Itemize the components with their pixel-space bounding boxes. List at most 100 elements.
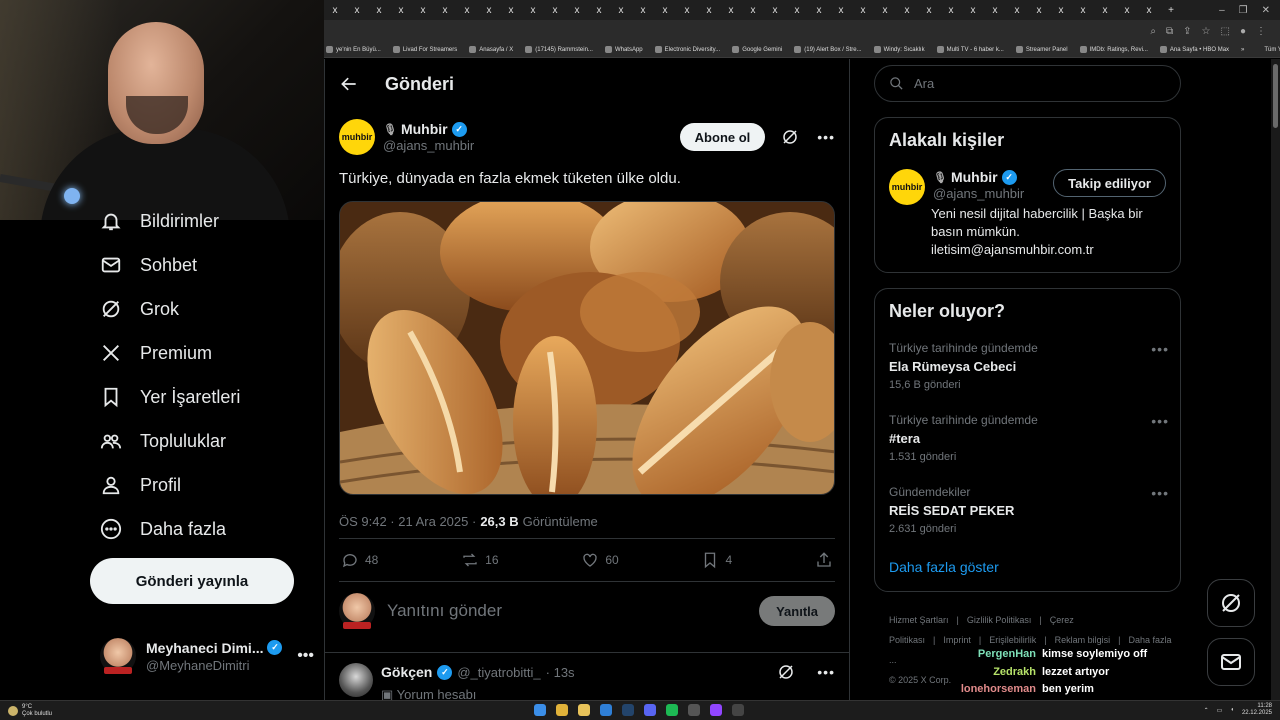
search-input[interactable]: Ara: [874, 65, 1181, 102]
tab-close-icon[interactable]: x: [1059, 5, 1064, 16]
bookmark-button[interactable]: 4: [701, 551, 732, 569]
browser-tab[interactable]: x: [1050, 0, 1072, 20]
new-tab-button[interactable]: +: [1160, 0, 1182, 20]
tab-close-icon[interactable]: x: [663, 5, 668, 16]
browser-tab[interactable]: x: [390, 0, 412, 20]
sidebar-item-chat[interactable]: Sohbet: [100, 250, 197, 280]
browser-tab[interactable]: x: [588, 0, 610, 20]
bookmark-item[interactable]: Livad For Streamers: [392, 46, 457, 53]
browser-menu-icon[interactable]: ⋮: [1256, 26, 1266, 37]
back-arrow-icon[interactable]: [339, 74, 359, 94]
footer-link[interactable]: Erişilebilirlik: [989, 635, 1036, 645]
star-icon[interactable]: ☆: [1202, 26, 1211, 37]
tab-close-icon[interactable]: x: [553, 5, 558, 16]
browser-tab[interactable]: x: [478, 0, 500, 20]
avatar[interactable]: [339, 663, 373, 697]
sidebar-item-notifications[interactable]: Bildirimler: [100, 206, 219, 236]
tab-close-icon[interactable]: x: [729, 5, 734, 16]
browser-tab[interactable]: x: [346, 0, 368, 20]
browser-tab[interactable]: x: [522, 0, 544, 20]
browser-tab[interactable]: x: [368, 0, 390, 20]
bookmark-item[interactable]: (17145) Rammstein...: [525, 46, 593, 53]
tweet-image-bread[interactable]: [339, 201, 835, 495]
bookmark-item[interactable]: ye'nin En Büyü...: [326, 46, 381, 53]
tab-close-icon[interactable]: x: [1125, 5, 1130, 16]
tab-close-icon[interactable]: x: [861, 5, 866, 16]
tab-close-icon[interactable]: x: [1015, 5, 1020, 16]
tab-close-icon[interactable]: x: [1103, 5, 1108, 16]
browser-tab[interactable]: x: [852, 0, 874, 20]
sidebar-item-premium[interactable]: Premium: [100, 338, 212, 368]
network-icon[interactable]: ▭: [1217, 707, 1223, 714]
bookmarks-overflow-button[interactable]: »: [1241, 47, 1252, 53]
tab-close-icon[interactable]: x: [993, 5, 998, 16]
close-icon[interactable]: ✕: [1262, 5, 1270, 16]
tab-close-icon[interactable]: x: [575, 5, 580, 16]
bookmark-item[interactable]: Windy: Sıcaklık: [873, 46, 925, 53]
tab-close-icon[interactable]: x: [465, 5, 470, 16]
browser-tab[interactable]: x: [500, 0, 522, 20]
like-button[interactable]: 60: [581, 551, 619, 569]
steam-icon[interactable]: [622, 704, 634, 716]
tab-close-icon[interactable]: x: [883, 5, 888, 16]
browser-tab[interactable]: x: [764, 0, 786, 20]
browser-tab[interactable]: x: [808, 0, 830, 20]
app-icon[interactable]: [732, 704, 744, 716]
browser-tab[interactable]: x: [1116, 0, 1138, 20]
tab-close-icon[interactable]: x: [355, 5, 360, 16]
restore-icon[interactable]: ❐: [1239, 5, 1248, 16]
bookmark-item[interactable]: Anasayfa / X: [469, 46, 513, 53]
browser-tab[interactable]: x: [412, 0, 434, 20]
footer-link[interactable]: Reklam bilgisi: [1055, 635, 1111, 645]
install-icon[interactable]: ⧉: [1166, 26, 1173, 37]
post-button[interactable]: Gönderi yayınla: [90, 558, 294, 604]
bookmark-item[interactable]: Ana Sayfa • HBO Max: [1159, 46, 1229, 53]
browser-tab[interactable]: x: [940, 0, 962, 20]
share-icon[interactable]: ⇪: [1183, 26, 1191, 37]
sidebar-item-bookmarks[interactable]: Yer İşaretleri: [100, 382, 240, 412]
related-handle[interactable]: @ajans_muhbir: [933, 186, 1024, 201]
tab-close-icon[interactable]: x: [1147, 5, 1152, 16]
tab-close-icon[interactable]: x: [619, 5, 624, 16]
related-avatar[interactable]: muhbir: [889, 169, 925, 205]
windows-start-icon[interactable]: [534, 704, 546, 716]
browser-tab[interactable]: x: [1094, 0, 1116, 20]
browser-tab[interactable]: x: [632, 0, 654, 20]
tab-close-icon[interactable]: x: [487, 5, 492, 16]
more-icon[interactable]: •••: [1151, 413, 1169, 429]
reply-author-handle[interactable]: @_tiyatrobitti_: [457, 665, 540, 680]
browser-tab[interactable]: x: [456, 0, 478, 20]
scrollbar[interactable]: [1271, 59, 1280, 700]
tab-close-icon[interactable]: x: [333, 5, 338, 16]
browser-tab[interactable]: x: [1028, 0, 1050, 20]
browser-tab[interactable]: x: [610, 0, 632, 20]
browser-tab[interactable]: x: [324, 0, 346, 20]
weather-widget[interactable]: 9°C Çok bulutlu: [0, 704, 52, 718]
browser-tab[interactable]: x: [918, 0, 940, 20]
clock[interactable]: 11:28 22.12.2025: [1242, 703, 1272, 717]
more-icon[interactable]: •••: [817, 129, 835, 145]
tab-close-icon[interactable]: x: [795, 5, 800, 16]
tab-close-icon[interactable]: x: [1037, 5, 1042, 16]
reply-submit-button[interactable]: Yanıtla: [759, 596, 835, 626]
subscribe-button[interactable]: Abone ol: [679, 123, 766, 151]
browser-tab[interactable]: x: [874, 0, 896, 20]
sidebar-item-grok[interactable]: Grok: [100, 294, 179, 324]
all-bookmarks-folder[interactable]: Tüm Yer İşaretleri: [1264, 47, 1280, 53]
browser-tab[interactable]: x: [720, 0, 742, 20]
bookmark-item[interactable]: Google Gemini: [732, 46, 782, 53]
trend-item[interactable]: Türkiye tarihinde gündemde Ela Rümeysa C…: [889, 341, 1169, 391]
grok-float-button[interactable]: [1207, 579, 1255, 627]
sidebar-item-more[interactable]: Daha fazla: [100, 514, 226, 544]
tweet-timestamp[interactable]: ÖS 9:42 · 21 Ara 2025 ·: [339, 514, 476, 529]
browser-tab[interactable]: x: [1072, 0, 1094, 20]
tab-close-icon[interactable]: x: [707, 5, 712, 16]
browser-tab[interactable]: x: [676, 0, 698, 20]
tab-close-icon[interactable]: x: [641, 5, 646, 16]
bookmark-item[interactable]: (19) Alert Box / Stre...: [794, 46, 862, 53]
tab-close-icon[interactable]: x: [905, 5, 910, 16]
tab-close-icon[interactable]: x: [817, 5, 822, 16]
reply-tweet[interactable]: Gökçen ✓ @_tiyatrobitti_ · 13s ••• ▣ Yor…: [339, 663, 835, 700]
tab-close-icon[interactable]: x: [685, 5, 690, 16]
footer-link[interactable]: Gizlilik Politikası: [967, 615, 1032, 625]
